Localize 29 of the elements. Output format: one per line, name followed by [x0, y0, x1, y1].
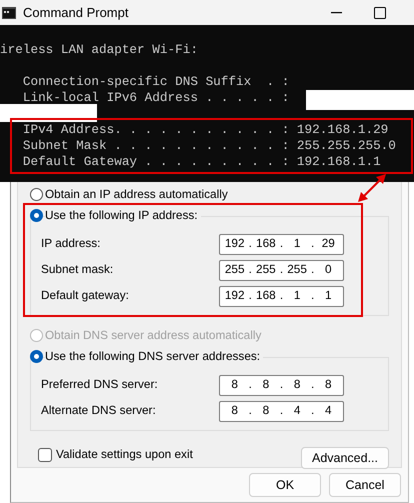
- ip-address-field[interactable]: 8 . 8 . 4 . 4: [219, 400, 344, 422]
- ip-address-field[interactable]: 192 . 168 . 1 . 1: [219, 286, 344, 306]
- field-label: Alternate DNS server:: [41, 402, 156, 420]
- terminal-icon: [2, 6, 16, 18]
- window-title: Command Prompt: [23, 4, 128, 22]
- field-label: Preferred DNS server:: [41, 376, 158, 394]
- radio-button[interactable]: [30, 188, 43, 201]
- cancel-button[interactable]: Cancel: [329, 473, 401, 497]
- advanced-button[interactable]: Advanced...: [301, 447, 389, 469]
- console-line: ireless LAN adapter Wi-Fi:: [0, 42, 198, 58]
- ip-address-field[interactable]: 255 . 255 . 255 . 0: [219, 260, 344, 280]
- radio-button[interactable]: [30, 209, 43, 222]
- minimize-icon[interactable]: [330, 12, 342, 14]
- ip-address-field[interactable]: 8 . 8 . 8 . 8: [219, 374, 344, 396]
- field-label: IP address:: [41, 235, 100, 252]
- field-label: Subnet mask:: [41, 261, 114, 278]
- console-line: Link-local IPv6 Address . . . . . :: [22, 90, 290, 106]
- checkbox[interactable]: [38, 448, 52, 462]
- ok-button[interactable]: OK: [249, 473, 321, 497]
- console-line: Connection-specific DNS Suffix . :: [22, 74, 290, 90]
- maximize-icon[interactable]: [374, 6, 386, 18]
- console-line: Default Gateway . . . . . . . . . : 192.168.1.1: [22, 154, 381, 170]
- field-label: Default gateway:: [41, 287, 129, 304]
- radio-button[interactable]: [30, 350, 43, 363]
- console-line: IPv4 Address. . . . . . . . . . . : 192.168.1.29: [22, 122, 388, 138]
- ip-address-field[interactable]: 192 . 168 . 1 . 29: [219, 234, 344, 254]
- double-arrow: [358, 174, 386, 202]
- console-line: Subnet Mask . . . . . . . . . . . : 255.255.255.0: [22, 138, 396, 154]
- checkbox-label: Validate settings upon exit: [56, 446, 193, 464]
